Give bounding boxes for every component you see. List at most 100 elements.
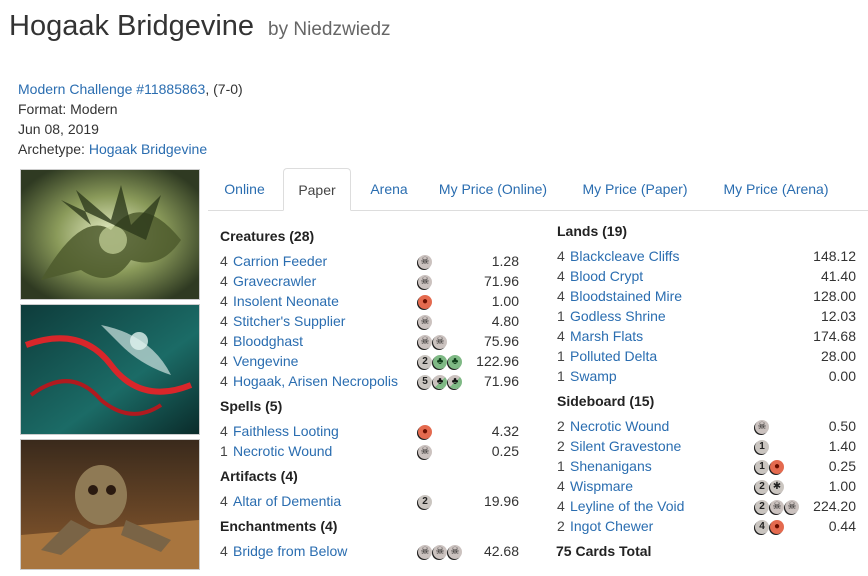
card-name-link[interactable]: Bloodstained Mire bbox=[570, 288, 682, 304]
card-row: 4 Altar of Dementia 2 19.96 bbox=[220, 493, 519, 513]
card-name-link[interactable]: Necrotic Wound bbox=[570, 418, 669, 434]
card-art-gravecrawler bbox=[20, 439, 200, 570]
card-quantity: 4 bbox=[220, 273, 228, 289]
card-name-link[interactable]: Shenanigans bbox=[570, 458, 652, 474]
card-name-link[interactable]: Bloodghast bbox=[233, 333, 303, 349]
generic-mana-icon: 2 bbox=[418, 495, 432, 509]
card-price: 75.96 bbox=[483, 333, 519, 349]
tab-my-price-arena[interactable]: My Price (Arena) bbox=[716, 168, 836, 209]
event-result: , (7-0) bbox=[205, 81, 243, 97]
mana-cost: ☠ bbox=[418, 275, 433, 291]
card-quantity: 4 bbox=[220, 543, 228, 559]
card-price: 71.96 bbox=[483, 273, 519, 289]
green-mana-icon: ♣ bbox=[433, 355, 447, 369]
black-green-hybrid-mana-icon: ♣ bbox=[448, 375, 462, 389]
card-price: 148.12 bbox=[813, 248, 856, 264]
card-price: 224.20 bbox=[813, 498, 856, 514]
card-name-link[interactable]: Stitcher's Supplier bbox=[233, 313, 345, 329]
card-row: 4 Marsh Flats 174.68 bbox=[557, 328, 856, 348]
card-quantity: 4 bbox=[220, 293, 228, 309]
card-quantity: 4 bbox=[557, 268, 565, 284]
card-name-link[interactable]: Godless Shrine bbox=[570, 308, 666, 324]
card-row: 1 Necrotic Wound ☠ 0.25 bbox=[220, 443, 519, 463]
card-name-link[interactable]: Ingot Chewer bbox=[570, 518, 653, 534]
card-row: 4 Carrion Feeder ☠ 1.28 bbox=[220, 253, 519, 273]
black-mana-icon: ☠ bbox=[755, 420, 769, 434]
card-name-link[interactable]: Necrotic Wound bbox=[233, 443, 332, 459]
red-mana-icon: ● bbox=[418, 425, 432, 439]
card-row: 1 Shenanigans 1 ● 0.25 bbox=[557, 458, 856, 478]
section-heading: Enchantments (4) bbox=[220, 518, 338, 534]
card-quantity: 1 bbox=[557, 308, 565, 324]
card-name-link[interactable]: Wispmare bbox=[570, 478, 633, 494]
card-quantity: 4 bbox=[557, 328, 565, 344]
event-link[interactable]: Modern Challenge #11885863 bbox=[18, 81, 205, 97]
mana-cost: ☠ bbox=[418, 445, 433, 461]
mana-cost: 2 ☠ ☠ bbox=[755, 500, 800, 516]
card-name-link[interactable]: Carrion Feeder bbox=[233, 253, 327, 269]
card-name-link[interactable]: Hogaak, Arisen Necropolis bbox=[233, 373, 398, 389]
section-heading: Lands (19) bbox=[557, 223, 628, 239]
section-heading: Spells (5) bbox=[220, 398, 283, 414]
mana-cost: 5 ♣ ♣ bbox=[418, 375, 463, 391]
date-line: Jun 08, 2019 bbox=[18, 121, 99, 137]
card-name-link[interactable]: Polluted Delta bbox=[570, 348, 657, 364]
card-name-link[interactable]: Marsh Flats bbox=[570, 328, 643, 344]
card-row: 4 Blood Crypt 41.40 bbox=[557, 268, 856, 288]
card-quantity: 4 bbox=[220, 333, 228, 349]
card-price: 42.68 bbox=[483, 543, 519, 559]
price-tabs: Online Paper Arena My Price (Online) My … bbox=[208, 168, 868, 211]
tab-my-price-paper[interactable]: My Price (Paper) bbox=[576, 168, 694, 209]
card-quantity: 2 bbox=[557, 438, 565, 454]
section-heading: Creatures (28) bbox=[220, 228, 315, 244]
generic-mana-icon: 2 bbox=[755, 480, 769, 494]
mana-cost: ● bbox=[418, 425, 433, 441]
section-heading: Artifacts (4) bbox=[220, 468, 298, 484]
mana-cost: 4 ● bbox=[755, 520, 785, 536]
card-row: 4 Leyline of the Void 2 ☠ ☠ 224.20 bbox=[557, 498, 856, 518]
card-total: 75 Cards Total bbox=[556, 543, 652, 559]
mana-cost: 1 bbox=[755, 440, 770, 456]
card-row: 4 Stitcher's Supplier ☠ 4.80 bbox=[220, 313, 519, 333]
card-name-link[interactable]: Bridge from Below bbox=[233, 543, 347, 559]
card-name-link[interactable]: Faithless Looting bbox=[233, 423, 339, 439]
card-name-link[interactable]: Leyline of the Void bbox=[570, 498, 684, 514]
card-name-link[interactable]: Swamp bbox=[570, 368, 617, 384]
card-price: 41.40 bbox=[820, 268, 856, 284]
card-name-link[interactable]: Insolent Neonate bbox=[233, 293, 339, 309]
card-name-link[interactable]: Blackcleave Cliffs bbox=[570, 248, 679, 264]
card-name-link[interactable]: Silent Gravestone bbox=[570, 438, 681, 454]
red-mana-icon: ● bbox=[770, 520, 784, 534]
tab-paper[interactable]: Paper bbox=[283, 168, 351, 211]
card-price: 71.96 bbox=[483, 373, 519, 389]
generic-mana-icon: 4 bbox=[755, 520, 769, 534]
black-mana-icon: ☠ bbox=[418, 275, 432, 289]
mana-cost: ☠ bbox=[755, 420, 770, 436]
card-row: 4 Gravecrawler ☠ 71.96 bbox=[220, 273, 519, 293]
card-price: 0.25 bbox=[828, 458, 856, 474]
archetype-line: Archetype: Hogaak Bridgevine bbox=[18, 141, 207, 157]
card-quantity: 4 bbox=[557, 248, 565, 264]
deck-name: Hogaak Bridgevine bbox=[9, 10, 255, 42]
black-mana-icon: ☠ bbox=[418, 545, 432, 559]
mana-cost: ● bbox=[418, 295, 433, 311]
card-name-link[interactable]: Gravecrawler bbox=[233, 273, 316, 289]
card-price: 4.80 bbox=[491, 313, 519, 329]
card-row: 4 Blackcleave Cliffs 148.12 bbox=[557, 248, 856, 268]
tab-online[interactable]: Online bbox=[214, 168, 275, 209]
card-quantity: 1 bbox=[557, 458, 565, 474]
card-quantity: 4 bbox=[557, 478, 565, 494]
card-row: 4 Bloodstained Mire 128.00 bbox=[557, 288, 856, 308]
card-name-link[interactable]: Blood Crypt bbox=[570, 268, 643, 284]
tab-arena[interactable]: Arena bbox=[359, 168, 419, 209]
card-price: 174.68 bbox=[813, 328, 856, 344]
tab-my-price-online[interactable]: My Price (Online) bbox=[433, 168, 553, 209]
card-name-link[interactable]: Vengevine bbox=[233, 353, 298, 369]
card-price: 0.44 bbox=[828, 518, 856, 534]
green-mana-icon: ♣ bbox=[448, 355, 462, 369]
archetype-link[interactable]: Hogaak Bridgevine bbox=[89, 141, 207, 157]
mana-cost: ☠ ☠ bbox=[418, 335, 448, 351]
black-mana-icon: ☠ bbox=[785, 500, 799, 514]
event-line: Modern Challenge #11885863, (7-0) bbox=[18, 81, 243, 97]
card-name-link[interactable]: Altar of Dementia bbox=[233, 493, 341, 509]
